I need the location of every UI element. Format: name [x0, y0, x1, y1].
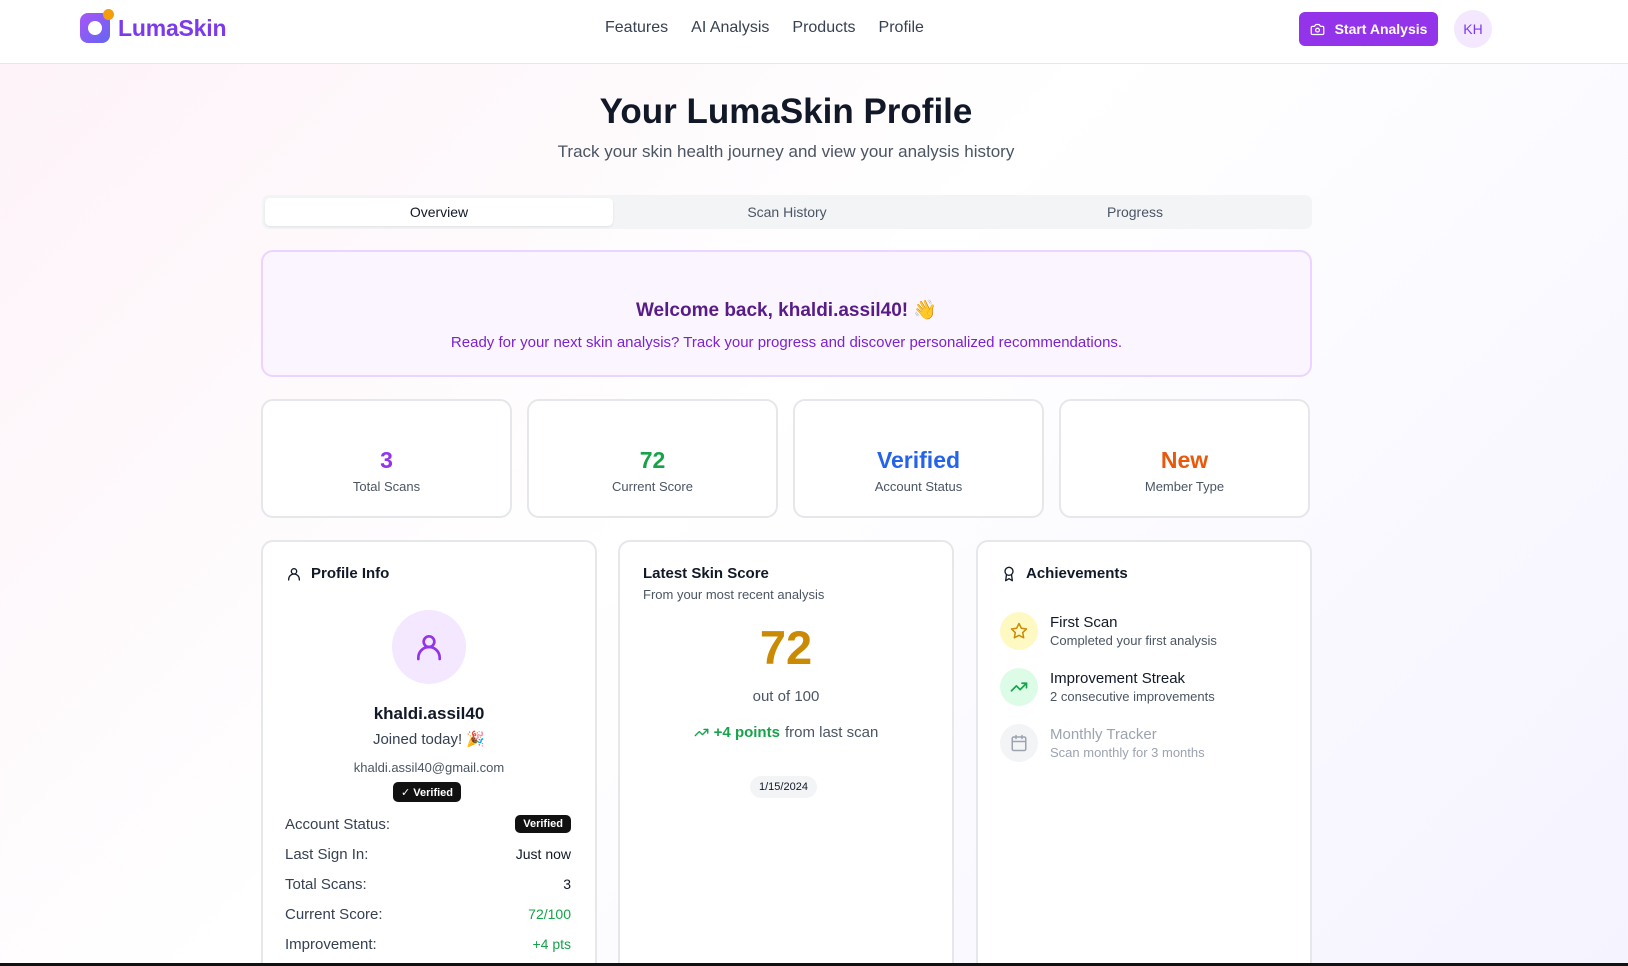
detail-value: 3 — [563, 876, 571, 892]
start-analysis-label: Start Analysis — [1334, 21, 1428, 37]
stat-value: 72 — [639, 447, 666, 473]
start-analysis-button[interactable]: Start Analysis — [1299, 12, 1438, 46]
page-title: Your LumaSkin Profile — [599, 92, 973, 131]
stat-card-account-status: Verified Account Status — [793, 399, 1044, 518]
score-change: +4 points from last scan — [620, 724, 952, 741]
stat-card-total-scans: 3 Total Scans — [261, 399, 512, 518]
achievement-monthly-tracker: Monthly Tracker Scan monthly for 3 month… — [1000, 724, 1205, 762]
detail-row-last-sign-in: Last Sign In: Just now — [285, 839, 571, 869]
achievement-title: First Scan — [1050, 614, 1118, 631]
tab-progress[interactable]: Progress — [961, 198, 1309, 226]
detail-row-current-score: Current Score: 72/100 — [285, 899, 571, 929]
achievement-title: Improvement Streak — [1050, 670, 1186, 687]
detail-label: Current Score: — [285, 905, 383, 923]
welcome-title: Welcome back, khaldi.assil40! 👋 — [635, 300, 938, 321]
profile-info-heading: Profile Info — [286, 565, 389, 582]
stat-label: Total Scans — [352, 479, 421, 494]
stat-label: Account Status — [874, 479, 963, 494]
profile-tabs: Overview Scan History Progress — [262, 195, 1312, 229]
top-navigation-bar: LumaSkin Features AI Analysis Products P… — [0, 0, 1628, 64]
achievement-desc: 2 consecutive improvements — [1050, 689, 1215, 704]
achievement-first-scan: First Scan Completed your first analysis — [1000, 612, 1217, 650]
brand-name: LumaSkin — [118, 14, 227, 41]
detail-row-improvement: Improvement: +4 pts — [285, 929, 571, 959]
nav-link-products[interactable]: Products — [792, 19, 855, 37]
detail-row-total-scans: Total Scans: 3 — [285, 869, 571, 899]
calendar-icon — [1000, 724, 1038, 762]
stat-value: 3 — [380, 447, 393, 473]
profile-joined: Joined today! 🎉 — [372, 731, 486, 748]
score-change-suffix: from last scan — [784, 724, 879, 741]
verified-badge: ✓ Verified — [393, 782, 462, 802]
achievement-improvement-streak: Improvement Streak 2 consecutive improve… — [1000, 668, 1215, 706]
main-nav: Features AI Analysis Products Profile — [605, 19, 924, 37]
profile-email: khaldi.assil40@gmail.com — [353, 760, 505, 775]
detail-value: Just now — [515, 846, 571, 862]
profile-username: khaldi.assil40 — [373, 704, 485, 723]
profile-avatar — [392, 610, 466, 684]
achievement-title: Monthly Tracker — [1050, 726, 1157, 743]
stat-label: Current Score — [612, 479, 693, 494]
stat-label: Member Type — [1144, 479, 1225, 494]
user-icon — [417, 635, 441, 661]
trending-up-icon — [1000, 668, 1038, 706]
latest-skin-score-card: Latest Skin Score From your most recent … — [618, 540, 954, 966]
camera-icon — [1310, 23, 1324, 35]
score-value: 72 — [759, 621, 813, 674]
detail-row-account-status: Account Status: Verified — [285, 809, 571, 839]
detail-value: 72/100 — [528, 906, 571, 922]
latest-score-heading: Latest Skin Score — [643, 565, 769, 582]
detail-label: Last Sign In: — [285, 845, 369, 863]
scan-date-badge: 1/15/2024 — [750, 776, 817, 798]
score-change-value: +4 points — [713, 724, 780, 741]
brand-logo-link[interactable]: LumaSkin — [80, 9, 227, 43]
trending-up-icon — [694, 728, 709, 737]
latest-score-subheading: From your most recent analysis — [643, 587, 825, 602]
nav-link-ai-analysis[interactable]: AI Analysis — [691, 19, 769, 37]
score-out-of: out of 100 — [752, 688, 820, 705]
achievement-desc: Scan monthly for 3 months — [1050, 745, 1205, 760]
detail-label: Account Status: — [285, 815, 391, 833]
page-subtitle: Track your skin health journey and view … — [557, 142, 1015, 161]
star-icon — [1000, 612, 1038, 650]
achievement-desc: Completed your first analysis — [1050, 633, 1217, 648]
nav-link-profile[interactable]: Profile — [879, 19, 924, 37]
achievements-card: Achievements First Scan Completed your f… — [976, 540, 1312, 966]
stat-value: New — [1160, 447, 1209, 473]
tab-overview[interactable]: Overview — [265, 198, 613, 226]
detail-value: +4 pts — [532, 936, 571, 952]
profile-details-list: Account Status: Verified Last Sign In: J… — [285, 809, 571, 959]
nav-link-features[interactable]: Features — [605, 19, 668, 37]
account-status-badge: Verified — [515, 815, 571, 833]
stat-card-member-type: New Member Type — [1059, 399, 1310, 518]
achievements-title: Achievements — [1026, 565, 1128, 582]
achievements-heading: Achievements — [1001, 565, 1128, 582]
stat-value: Verified — [876, 447, 961, 473]
user-icon — [288, 567, 300, 581]
lumaskin-logo-icon — [80, 9, 114, 43]
welcome-message: Ready for your next skin analysis? Track… — [450, 334, 1123, 351]
profile-info-title: Profile Info — [311, 565, 390, 582]
welcome-banner: Welcome back, khaldi.assil40! 👋 Ready fo… — [261, 250, 1312, 377]
stat-card-current-score: 72 Current Score — [527, 399, 778, 518]
user-avatar-button[interactable]: KH — [1454, 10, 1492, 48]
tab-scan-history[interactable]: Scan History — [613, 198, 961, 226]
award-icon — [1004, 566, 1014, 581]
profile-info-card: Profile Info khaldi.assil40 Joined today… — [261, 540, 597, 966]
detail-label: Total Scans: — [285, 875, 367, 893]
detail-label: Improvement: — [285, 935, 377, 953]
